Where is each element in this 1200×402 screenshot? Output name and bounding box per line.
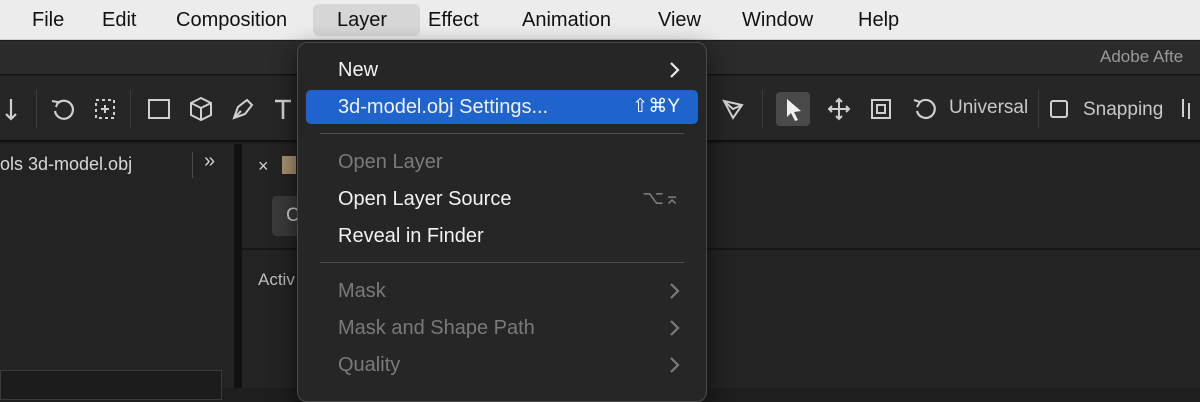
menu-item-quality: Quality: [306, 348, 698, 382]
anchor-point-tool-icon[interactable]: [88, 92, 122, 126]
menu-item-mask-and-shape-path: Mask and Shape Path: [306, 311, 698, 345]
menu-separator: [320, 133, 684, 134]
keyboard-shortcut: ⇧⌘Y: [632, 96, 680, 117]
panel-divider: [192, 152, 193, 178]
menu-item-label: 3d-model.obj Settings...: [338, 96, 549, 118]
menu-file[interactable]: File: [16, 4, 80, 36]
rotate-tool-icon[interactable]: [46, 92, 80, 126]
menu-composition[interactable]: Composition: [160, 4, 303, 36]
vertical-arrows-icon[interactable]: [0, 92, 28, 126]
menu-item-reveal-in-finder[interactable]: Reveal in Finder: [306, 219, 698, 253]
snapping-checkbox[interactable]: [1042, 92, 1076, 126]
menu-item-label: New: [338, 59, 379, 81]
toolbar-divider: [762, 90, 763, 128]
panel-tab-effect-controls[interactable]: ols 3d-model.obj: [0, 154, 132, 175]
double-chevron-right-icon[interactable]: »: [204, 150, 215, 173]
menu-view[interactable]: View: [642, 4, 717, 36]
menu-item-new[interactable]: New: [306, 53, 698, 87]
menu-item-label: Mask and Shape Path: [338, 317, 535, 339]
menu-layer[interactable]: Layer: [313, 4, 420, 36]
menu-item-label: Reveal in Finder: [338, 225, 484, 247]
menu-item-label: Quality: [338, 354, 401, 376]
pen-tool-icon[interactable]: [226, 92, 260, 126]
menu-item-label: Mask: [338, 280, 386, 302]
rotate-axis-icon[interactable]: [908, 92, 942, 126]
toolbar-divider: [1038, 90, 1039, 128]
scale-tool-icon[interactable]: [864, 92, 898, 126]
layer-menu-dropdown: New 3d-model.obj Settings... ⇧⌘Y Open La…: [297, 42, 707, 402]
keyboard-shortcut: ⌥⌅: [642, 188, 680, 209]
snapping-options-icon[interactable]: [1174, 92, 1200, 126]
toolbar-divider: [36, 90, 37, 128]
panel-content-box: [0, 370, 222, 400]
menu-item-mask: Mask: [306, 274, 698, 308]
close-tab-icon[interactable]: ×: [258, 156, 269, 177]
active-camera-label: Activ: [258, 270, 295, 289]
menu-item-label: Open Layer: [338, 151, 443, 173]
menu-item-label: Open Layer Source: [338, 188, 512, 210]
menu-edit[interactable]: Edit: [86, 4, 152, 36]
composition-color-swatch: [282, 156, 296, 174]
chevron-right-icon: [670, 357, 680, 373]
type-tool-icon[interactable]: [266, 92, 300, 126]
chevron-right-icon: [670, 283, 680, 299]
snapping-label: Snapping: [1083, 99, 1164, 120]
rectangle-tool-icon[interactable]: [142, 92, 176, 126]
panel-gutter: [234, 144, 242, 388]
menu-window[interactable]: Window: [726, 4, 829, 36]
selection-tool-icon[interactable]: [776, 92, 810, 126]
cube-3d-tool-icon[interactable]: [184, 92, 218, 126]
menu-help[interactable]: Help: [842, 4, 915, 36]
menu-animation[interactable]: Animation: [506, 4, 627, 36]
app-title: Adobe Afte: [1100, 47, 1184, 66]
chevron-right-icon: [670, 62, 680, 78]
menu-effect[interactable]: Effect: [412, 4, 495, 36]
chevron-right-icon: [670, 320, 680, 336]
puppet-pin-tool-icon[interactable]: [716, 92, 750, 126]
menu-separator: [320, 262, 684, 263]
effect-controls-panel: ols 3d-model.obj »: [0, 144, 234, 400]
toolbar-divider: [130, 90, 131, 128]
menu-item-layer-settings[interactable]: 3d-model.obj Settings... ⇧⌘Y: [306, 90, 698, 124]
menu-bar: File Edit Composition Layer Effect Anima…: [0, 0, 1200, 40]
menu-item-open-layer: Open Layer: [306, 145, 698, 179]
menu-item-open-layer-source[interactable]: Open Layer Source ⌥⌅: [306, 182, 698, 216]
universal-mode-label[interactable]: Universal: [949, 97, 1028, 119]
move-tool-icon[interactable]: [822, 92, 856, 126]
